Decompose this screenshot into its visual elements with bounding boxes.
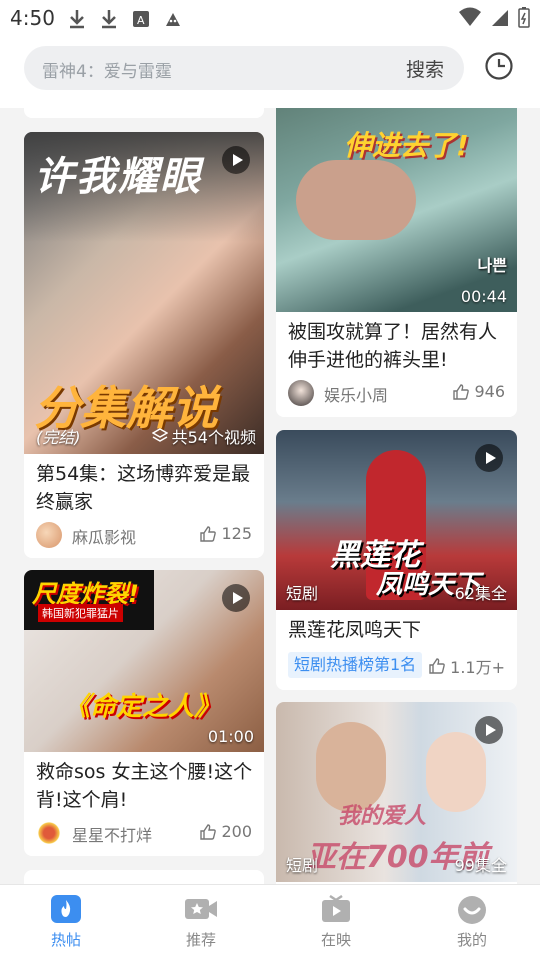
- thumbs-up-icon: [453, 383, 470, 400]
- like-button[interactable]: 946: [452, 382, 505, 401]
- download-icon: [102, 10, 116, 29]
- thumb-figure: [426, 732, 486, 812]
- video-thumbnail[interactable]: 我的爱人 亚在700年前 短剧 99集全: [276, 702, 517, 882]
- post-feed[interactable]: 许我耀眼 分集解说 (完结) 共54个视频 第54集：这场博弈爱是最终赢家 麻瓜…: [0, 108, 540, 884]
- download-icon: [70, 10, 84, 29]
- thumb-overlay-text-2: 《命定之人》: [64, 692, 221, 722]
- nav-label: 我的: [456, 931, 487, 949]
- play-icon[interactable]: [475, 716, 503, 744]
- nav-label: 热帖: [50, 931, 81, 949]
- post-card[interactable]: 尺度炸裂! 韩国新犯罪猛片 《命定之人》 01:00 救命sos 女主这个腰!这…: [24, 570, 264, 856]
- like-count: 125: [221, 524, 252, 543]
- thumbs-up-icon: [200, 525, 217, 542]
- system-icons: [458, 6, 530, 28]
- svg-text:A: A: [137, 14, 145, 27]
- thumb-figure: [296, 160, 416, 240]
- wifi-icon: [459, 7, 481, 26]
- signal-icon: [492, 10, 508, 26]
- nav-item-mine[interactable]: 我的: [432, 895, 512, 950]
- series-status: (完结): [36, 428, 81, 447]
- nav-item-hot[interactable]: 热帖: [26, 895, 106, 950]
- post-meta: 星星不打烊 200: [36, 820, 254, 848]
- post-card-partial[interactable]: [24, 108, 264, 118]
- post-card[interactable]: 许我耀眼 分集解说 (完结) 共54个视频 第54集：这场博弈爱是最终赢家 麻瓜…: [24, 132, 264, 558]
- post-title[interactable]: 被围攻就算了！居然有人伸手进他的裤头里!: [288, 318, 507, 374]
- author-name[interactable]: 星星不打烊: [72, 822, 152, 846]
- thumbs-up-icon: [429, 658, 445, 674]
- thumbs-up-icon: [200, 823, 217, 840]
- post-title[interactable]: 救命sos 女主这个腰!这个背!这个肩!: [36, 758, 254, 814]
- status-bar: 4:50 A: [0, 0, 540, 36]
- episode-count: 62集全: [454, 584, 507, 603]
- avatar[interactable]: [36, 522, 62, 548]
- like-button[interactable]: 1.1万+: [428, 654, 505, 678]
- like-count: 946: [474, 382, 505, 401]
- genre-label: 短剧: [286, 856, 319, 875]
- video-thumbnail[interactable]: 黑莲花 凤鸣天下 短剧 62集全: [276, 430, 517, 610]
- play-icon[interactable]: [222, 146, 250, 174]
- episode-count: 共54个视频: [171, 428, 256, 447]
- video-duration: 01:00: [207, 727, 254, 746]
- video-thumbnail[interactable]: 尺度炸裂! 韩国新犯罪猛片 《命定之人》 01:00: [24, 570, 264, 752]
- battery-icon: [518, 7, 530, 28]
- tv-icon: [321, 894, 351, 923]
- post-card[interactable]: 伸进去了! 나쁜 00:44 被围攻就算了！居然有人伸手进他的裤头里! 娱乐小周…: [276, 108, 517, 417]
- nav-item-recommend[interactable]: 推荐: [161, 895, 241, 950]
- nav-label: 在映: [320, 931, 351, 949]
- status-time: 4:50: [10, 6, 55, 30]
- video-thumbnail[interactable]: 许我耀眼 分集解说 (完结) 共54个视频: [24, 132, 264, 454]
- genre-label: 短剧: [286, 584, 319, 603]
- post-card[interactable]: 我的爱人 亚在700年前 短剧 99集全: [276, 702, 517, 884]
- search-button[interactable]: 搜索: [406, 55, 444, 82]
- video-thumbnail[interactable]: 伸进去了! 나쁜 00:44: [276, 108, 517, 312]
- post-card-partial[interactable]: [24, 870, 264, 884]
- post-title[interactable]: 黑莲花凤鸣天下: [288, 616, 507, 644]
- video-duration: 00:44: [460, 287, 507, 306]
- thumb-title-text: 许我耀眼: [34, 154, 202, 200]
- ranking-tag[interactable]: 短剧热播榜第1名: [288, 652, 423, 678]
- smile-face-icon: [457, 895, 487, 924]
- play-icon[interactable]: [475, 444, 503, 472]
- like-count: 200: [221, 822, 252, 841]
- flame-icon: [51, 895, 81, 923]
- post-meta: 娱乐小周 946: [288, 380, 507, 408]
- post-meta: 麻瓜影视 125: [36, 522, 254, 550]
- search-input[interactable]: 雷神4：爱与雷霆: [42, 57, 172, 82]
- thumb-sub-text: 韩国新犯罪猛片: [38, 604, 123, 622]
- nav-item-showing[interactable]: 在映: [296, 894, 376, 950]
- author-name[interactable]: 麻瓜影视: [72, 524, 136, 548]
- post-card[interactable]: 黑莲花 凤鸣天下 短剧 62集全 黑莲花凤鸣天下 短剧热播榜第1名 1.1万+: [276, 430, 517, 690]
- like-count: 1.1万+: [450, 658, 505, 677]
- android-icon: [166, 13, 180, 26]
- video-camera-icon: [185, 895, 217, 923]
- post-meta: 短剧热播榜第1名 1.1万+: [288, 652, 507, 680]
- layers-icon: [151, 428, 168, 442]
- thumb-overlay-text: 我的爱人: [338, 804, 427, 829]
- episode-count: 99集全: [454, 856, 507, 875]
- nav-label: 推荐: [185, 931, 216, 949]
- episode-count-group: 共54个视频: [151, 424, 256, 448]
- avatar[interactable]: [288, 380, 314, 406]
- bottom-nav: 热帖 推荐 在映 我的: [0, 884, 540, 961]
- author-name[interactable]: 娱乐小周: [324, 382, 388, 406]
- play-icon[interactable]: [222, 584, 250, 612]
- post-title[interactable]: 第54集：这场博弈爱是最终赢家: [36, 460, 254, 516]
- avatar[interactable]: [36, 820, 62, 846]
- app-notification-icon: A: [133, 11, 149, 27]
- thumb-corner-text: 나쁜: [477, 256, 507, 275]
- thumb-overlay-text: 伸进去了!: [344, 129, 469, 162]
- like-button[interactable]: 200: [199, 822, 252, 841]
- like-button[interactable]: 125: [199, 524, 252, 543]
- top-bar: 雷神4：爱与雷霆 搜索: [0, 36, 540, 108]
- notification-icons: A: [66, 8, 184, 30]
- search-bar[interactable]: 雷神4：爱与雷霆 搜索: [24, 46, 464, 90]
- history-clock-icon[interactable]: [484, 51, 514, 81]
